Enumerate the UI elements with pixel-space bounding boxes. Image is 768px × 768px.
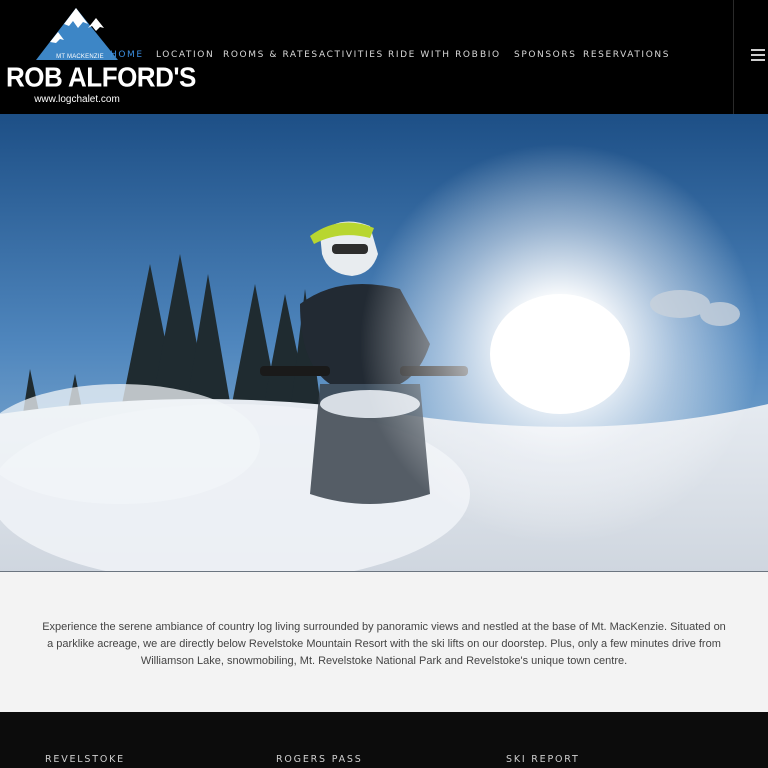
logo-tagline: MT MACKENZIE <box>56 54 104 60</box>
site-footer: REVELSTOKE ROGERS PASS SKI REPORT <box>0 712 768 768</box>
hero-snowmobile-image <box>0 114 768 572</box>
footer-heading-rogers-pass: ROGERS PASS <box>276 754 363 765</box>
nav-item-bio[interactable]: BIO <box>480 50 501 60</box>
nav-item-sponsors[interactable]: SPONSORS <box>514 50 577 60</box>
intro-text: Experience the serene ambiance of countr… <box>42 621 726 667</box>
logo-title: ROB ALFORD'S <box>6 61 196 93</box>
nav-item-reservations[interactable]: RESERVATIONS <box>583 50 670 60</box>
header-divider <box>733 0 734 114</box>
hamburger-icon[interactable] <box>751 49 765 61</box>
intro-section: Experience the serene ambiance of countr… <box>0 572 768 712</box>
footer-heading-ski-report: SKI REPORT <box>506 754 580 765</box>
nav-item-location[interactable]: LOCATION <box>156 50 214 60</box>
site-header: MT MACKENZIE ROB ALFORD'S www.logchalet.… <box>0 0 768 114</box>
nav-item-activities[interactable]: ACTIVITIES <box>319 50 384 60</box>
logo-url: www.logchalet.com <box>34 94 120 105</box>
hero-banner <box>0 114 768 572</box>
nav-item-home[interactable]: HOME <box>110 50 144 60</box>
nav-item-rooms-rates[interactable]: ROOMS & RATES <box>223 50 319 60</box>
nav-item-ride-with-rob[interactable]: RIDE WITH ROB <box>388 50 479 60</box>
footer-heading-revelstoke: REVELSTOKE <box>45 754 125 765</box>
